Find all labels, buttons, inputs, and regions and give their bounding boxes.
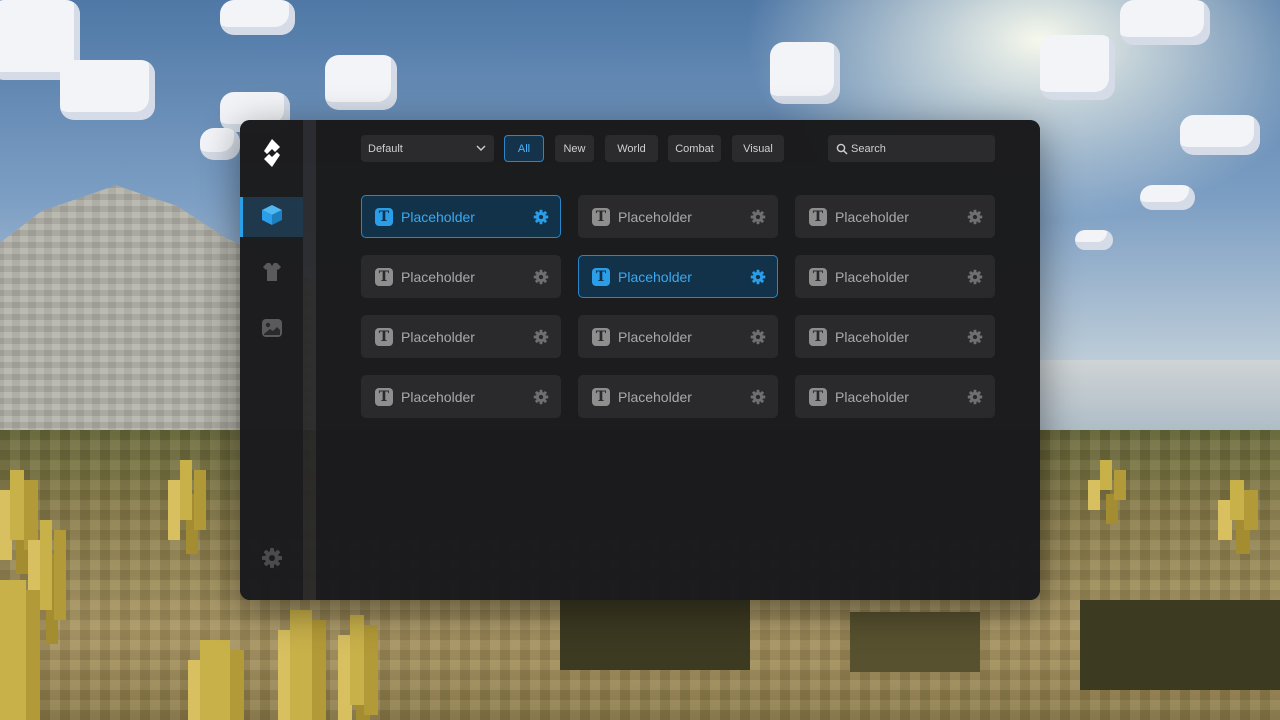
grass-tuft: [350, 615, 364, 705]
cloud: [1140, 185, 1195, 210]
module-card[interactable]: T Placeholder: [361, 315, 561, 358]
text-module-icon: T: [809, 327, 827, 346]
text-module-icon: T: [809, 387, 827, 406]
dirt-pit: [850, 612, 980, 672]
cube-icon: [260, 203, 284, 232]
module-settings-gear-icon[interactable]: [967, 269, 983, 285]
tab-new[interactable]: New: [555, 135, 594, 162]
module-label: Placeholder: [401, 328, 475, 345]
grass-tuft: [0, 580, 26, 720]
tab-label: New: [563, 142, 586, 155]
tab-visual[interactable]: Visual: [732, 135, 784, 162]
text-module-icon: T: [809, 267, 827, 286]
preset-dropdown-value: Default: [368, 142, 403, 155]
module-label: Placeholder: [835, 388, 909, 405]
module-settings-gear-icon[interactable]: [750, 269, 766, 285]
module-label: Placeholder: [618, 208, 692, 225]
module-label: Placeholder: [401, 268, 475, 285]
module-settings-gear-icon[interactable]: [533, 329, 549, 345]
module-settings-gear-icon[interactable]: [967, 329, 983, 345]
module-card[interactable]: T Placeholder: [578, 255, 778, 298]
text-module-icon: T: [592, 207, 610, 226]
module-card[interactable]: T Placeholder: [578, 195, 778, 238]
text-module-icon: T: [809, 207, 827, 226]
sidebar-item-cosmetics[interactable]: [240, 254, 303, 294]
sidebar-item-screenshots[interactable]: [240, 310, 303, 350]
module-settings-gear-icon[interactable]: [533, 389, 549, 405]
text-module-icon: T: [375, 387, 393, 406]
grass-tuft: [1100, 460, 1112, 490]
search-box[interactable]: [828, 135, 995, 162]
grass-tuft: [1230, 480, 1244, 520]
module-settings-gear-icon[interactable]: [967, 389, 983, 405]
grass-tuft: [180, 460, 192, 520]
cloud: [1120, 0, 1210, 45]
tab-all[interactable]: All: [504, 135, 544, 162]
image-icon: [261, 317, 283, 344]
cloud: [325, 55, 397, 110]
text-module-icon: T: [375, 207, 393, 226]
grass-tuft: [200, 640, 230, 720]
tab-label: Visual: [743, 142, 773, 155]
module-label: Placeholder: [618, 268, 692, 285]
text-module-icon: T: [592, 387, 610, 406]
module-label: Placeholder: [835, 268, 909, 285]
dirt-pit: [1080, 600, 1280, 690]
grass-tuft: [40, 520, 52, 610]
grass-tuft: [10, 470, 24, 540]
module-label: Placeholder: [618, 388, 692, 405]
module-label: Placeholder: [401, 208, 475, 225]
client-logo-icon: [255, 136, 289, 170]
tab-label: World: [617, 142, 646, 155]
cloud: [1180, 115, 1260, 155]
module-settings-gear-icon[interactable]: [533, 209, 549, 225]
sidebar-divider: [303, 120, 316, 600]
tab-combat[interactable]: Combat: [668, 135, 721, 162]
text-module-icon: T: [375, 267, 393, 286]
search-icon: [836, 142, 848, 160]
cloud: [1075, 230, 1113, 250]
module-card[interactable]: T Placeholder: [795, 375, 995, 418]
cloud: [220, 0, 295, 35]
gear-icon: [261, 547, 283, 574]
module-card[interactable]: T Placeholder: [795, 255, 995, 298]
modules-view: Default All New World Combat Visual Sear…: [316, 120, 1040, 600]
sidebar-item-modules[interactable]: [240, 197, 303, 237]
module-card[interactable]: T Placeholder: [578, 375, 778, 418]
sidebar-settings-button[interactable]: [240, 540, 303, 580]
grass-tuft: [290, 610, 312, 720]
module-card[interactable]: T Placeholder: [795, 315, 995, 358]
module-label: Placeholder: [835, 208, 909, 225]
module-card[interactable]: T Placeholder: [361, 375, 561, 418]
cloud: [770, 42, 840, 104]
module-label: Placeholder: [618, 328, 692, 345]
module-card[interactable]: T Placeholder: [578, 315, 778, 358]
text-module-icon: T: [592, 327, 610, 346]
chevron-down-icon: [476, 143, 486, 156]
module-settings-gear-icon[interactable]: [533, 269, 549, 285]
module-label: Placeholder: [401, 388, 475, 405]
dirt-pit: [560, 600, 750, 670]
search-input[interactable]: [851, 135, 981, 162]
module-card[interactable]: T Placeholder: [795, 195, 995, 238]
text-module-icon: T: [592, 267, 610, 286]
module-settings-gear-icon[interactable]: [750, 209, 766, 225]
cloud: [1040, 35, 1115, 100]
preset-dropdown[interactable]: Default: [361, 135, 494, 162]
tab-label: Combat: [675, 142, 714, 155]
text-module-icon: T: [375, 327, 393, 346]
cloud: [200, 128, 240, 160]
module-settings-gear-icon[interactable]: [750, 329, 766, 345]
sidebar: [240, 120, 303, 600]
client-menu-panel: Default All New World Combat Visual Sear…: [240, 120, 1040, 600]
cloud: [60, 60, 155, 120]
tab-world[interactable]: World: [605, 135, 658, 162]
module-card[interactable]: T Placeholder: [361, 195, 561, 238]
module-label: Placeholder: [835, 328, 909, 345]
shirt-icon: [261, 261, 283, 288]
module-settings-gear-icon[interactable]: [750, 389, 766, 405]
tab-label: All: [517, 142, 531, 155]
module-card[interactable]: T Placeholder: [361, 255, 561, 298]
module-settings-gear-icon[interactable]: [967, 209, 983, 225]
